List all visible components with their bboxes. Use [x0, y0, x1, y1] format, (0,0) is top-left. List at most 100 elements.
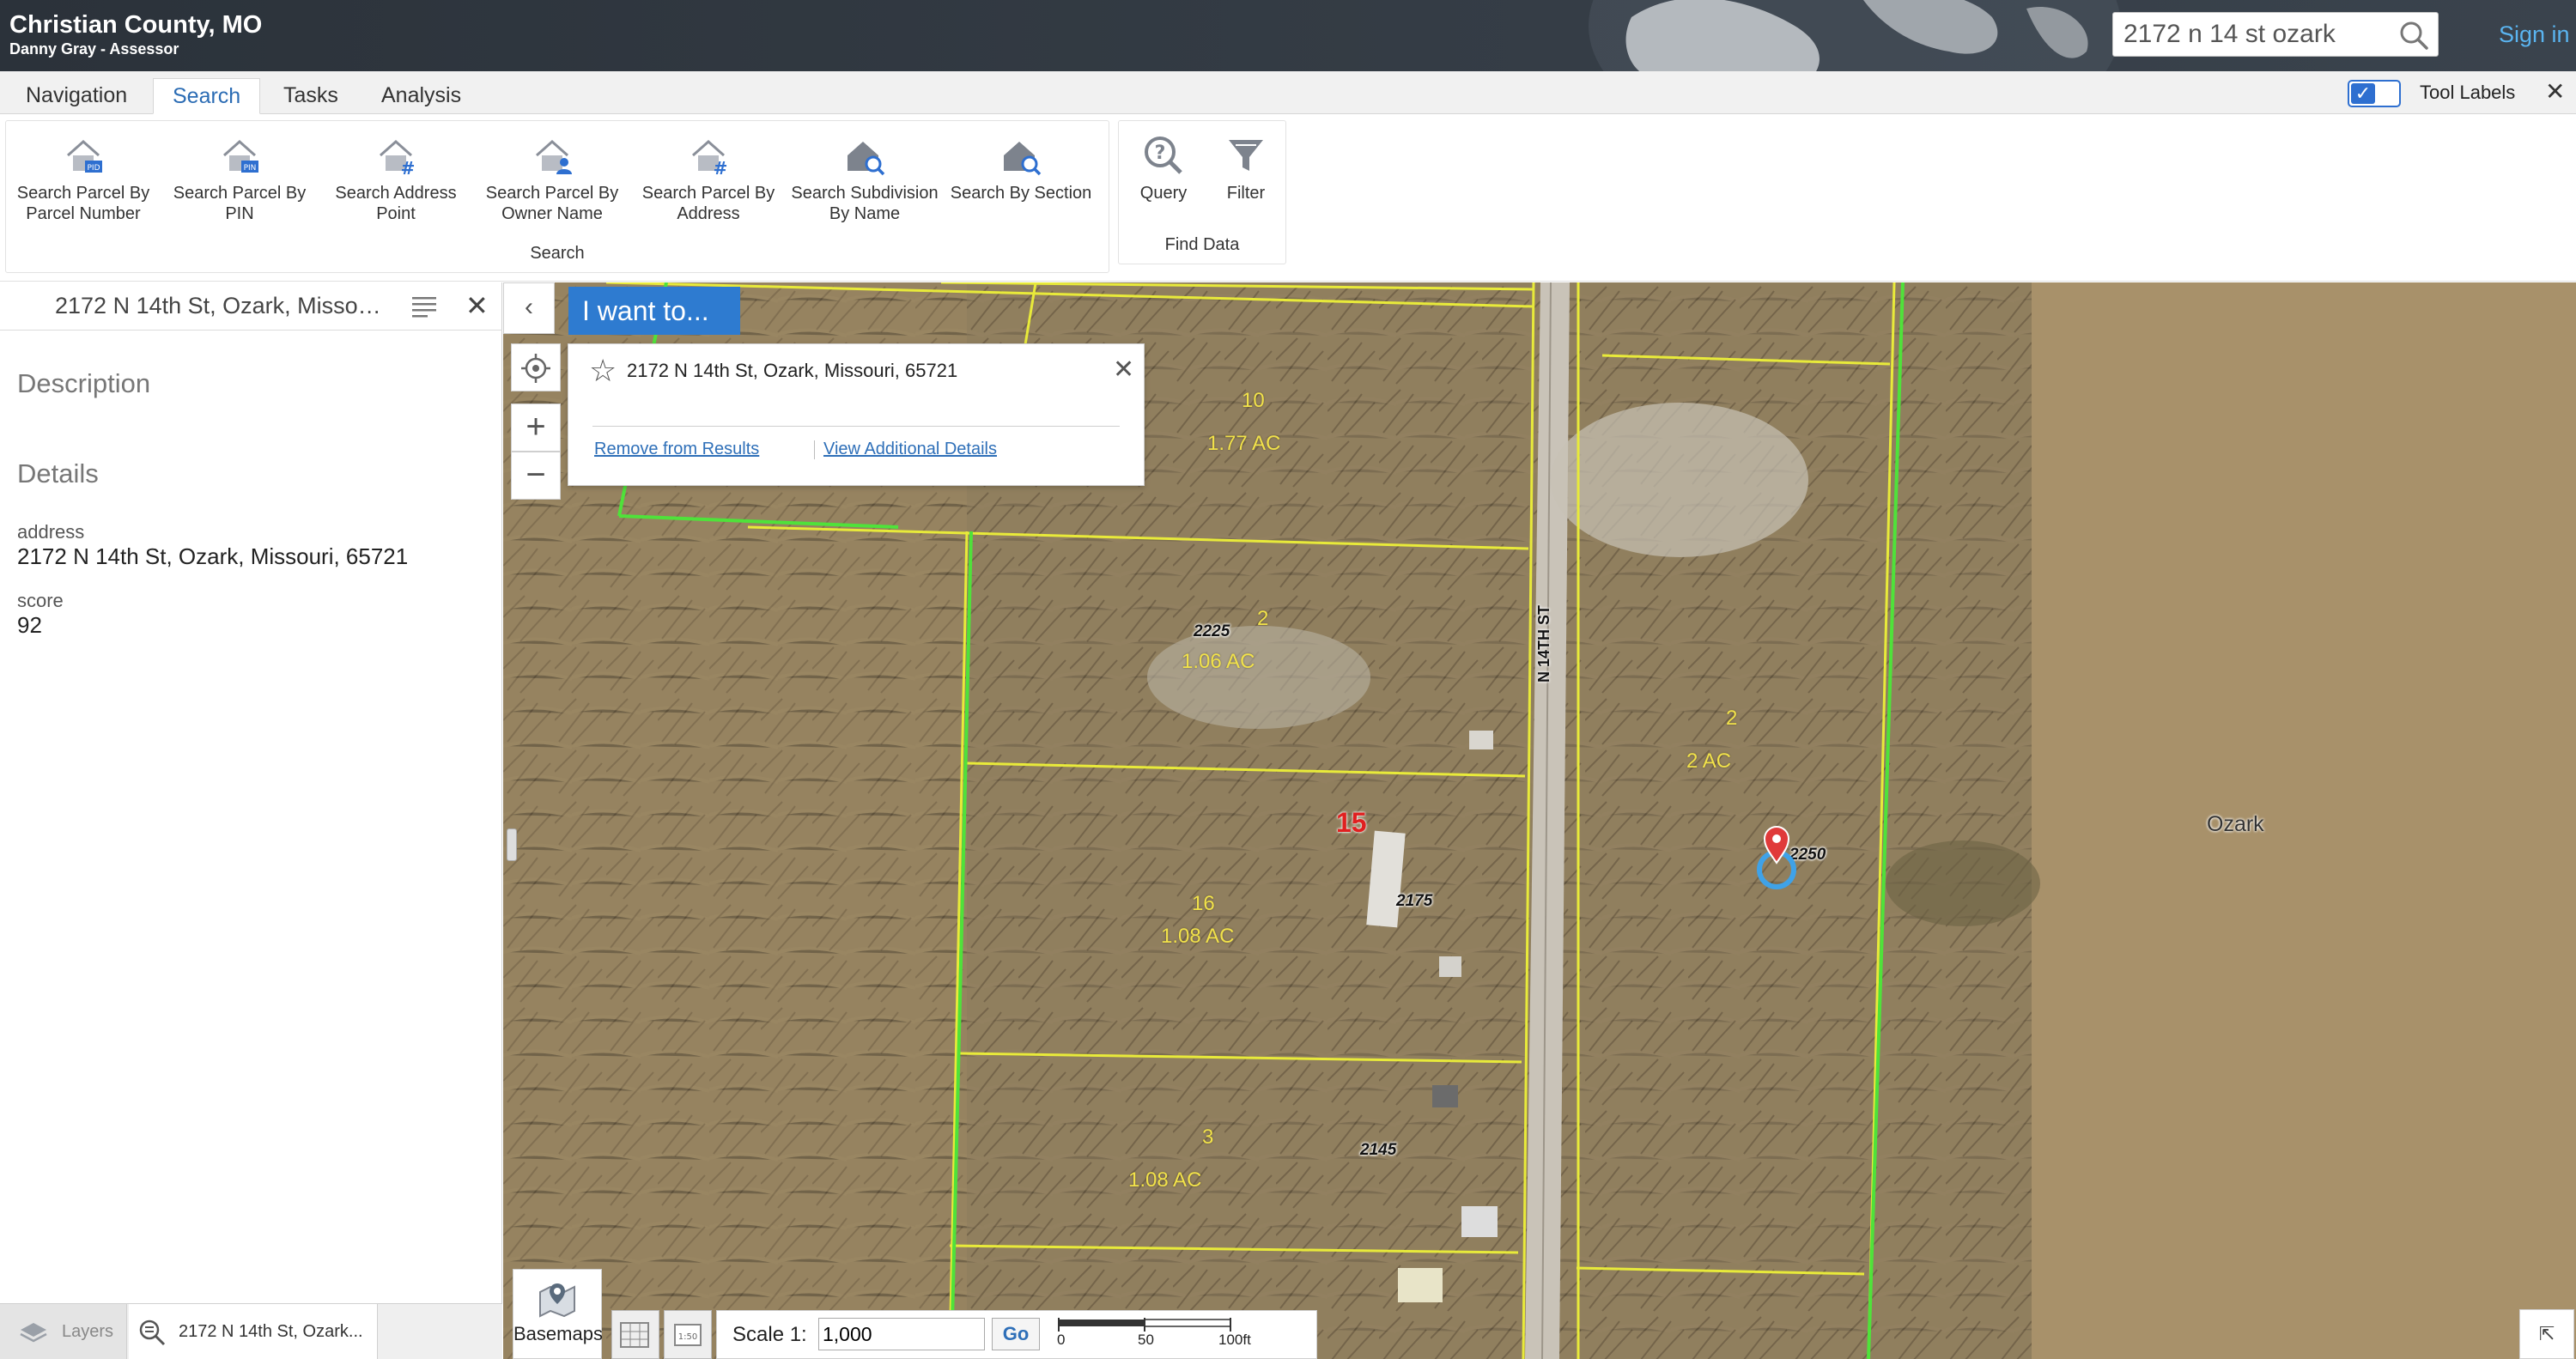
house-pin-icon: PIN [223, 139, 258, 173]
tool-labels-toggle[interactable]: ✓ [2348, 80, 2401, 107]
parcel-area-label: 1.08 AC [1161, 925, 1235, 948]
parcel-lot-label: 10 [1242, 389, 1265, 412]
search-section-button[interactable]: Search By Section [944, 133, 1098, 203]
results-tab[interactable]: 2172 N 14th St, Ozark... [129, 1304, 378, 1359]
search-parcel-pin-button[interactable]: PIN Search Parcel By PIN [162, 133, 317, 224]
parcel-lot-label: 2 [1257, 607, 1269, 630]
scale-icon: 1:50 [674, 1324, 702, 1346]
global-search-box [2112, 12, 2439, 57]
star-icon[interactable]: ☆ [589, 353, 617, 389]
close-popup-icon[interactable]: ✕ [1113, 355, 1134, 385]
globe-graphic [1589, 0, 2121, 71]
grid-ruler-icon [620, 1322, 649, 1348]
parcel-lot-label: 3 [1202, 1125, 1214, 1149]
search-subdivision-button[interactable]: Search Subdivision By Name [787, 133, 942, 224]
i-want-to-menu[interactable]: I want to... [568, 287, 740, 335]
house-hash-icon: # [380, 139, 415, 178]
layers-tab-label: Layers [62, 1322, 114, 1341]
search-owner-name-button[interactable]: Search Parcel By Owner Name [475, 133, 629, 224]
tool-label: Search Parcel By Parcel Number [16, 184, 150, 223]
panel-bottom-tabs: Layers 2172 N 14th St, Ozark... [0, 1303, 502, 1359]
field-value: 2172 N 14th St, Ozark, Missouri, 65721 [17, 543, 409, 569]
filter-button[interactable]: Filter [1206, 133, 1285, 203]
basemap-icon [539, 1283, 575, 1318]
tab-analysis[interactable]: Analysis [362, 78, 480, 114]
search-tool-group: PID Search Parcel By Parcel Number PIN S… [5, 120, 1109, 273]
scale-input[interactable] [818, 1318, 985, 1350]
tool-label: Search Parcel By PIN [173, 184, 307, 223]
app-header: Christian County, MO Danny Gray - Assess… [0, 0, 2576, 71]
tool-label: Filter [1226, 184, 1266, 203]
parcel-area-label: 1.06 AC [1182, 650, 1255, 673]
close-ribbon-icon[interactable]: ✕ [2545, 77, 2565, 106]
query-button[interactable]: ? Query [1124, 133, 1203, 203]
scale-label: Scale 1: [732, 1323, 807, 1346]
highlighted-lot-label: 15 [1336, 807, 1367, 838]
tool-label: Search Address Point [335, 184, 457, 223]
svg-text:PID: PID [87, 164, 100, 173]
tool-label: Query [1139, 184, 1188, 203]
app-subtitle: Danny Gray - Assessor [9, 40, 179, 58]
locate-me-button[interactable] [511, 343, 561, 391]
basemaps-button[interactable]: Basemaps [513, 1269, 603, 1359]
close-panel-icon[interactable]: ✕ [465, 289, 489, 322]
global-search-input[interactable] [2123, 18, 2381, 51]
field-key: address [17, 521, 85, 543]
expand-corner-icon[interactable]: ⇱ [2519, 1309, 2574, 1359]
search-address-point-button[interactable]: # Search Address Point [319, 133, 473, 224]
check-icon: ✓ [2351, 83, 2375, 104]
svg-text:#: # [714, 158, 728, 178]
scale-tool-button[interactable]: 1:50 [664, 1310, 712, 1359]
tool-labels-label: Tool Labels [2420, 82, 2516, 103]
address-label: 2225 [1194, 622, 1230, 640]
remove-from-results-link[interactable]: Remove from Results [594, 440, 759, 459]
parcel-area-label: 2 AC [1686, 749, 1732, 773]
scale-tick-label: 50 [1138, 1332, 1154, 1348]
house-magnifier-icon [848, 142, 885, 176]
tool-label: Search Subdivision By Name [791, 184, 939, 223]
tool-label: Search Parcel By Owner Name [485, 184, 619, 223]
measure-tool-button[interactable] [611, 1310, 659, 1359]
scale-control: Scale 1: Go 0 50 100ft [716, 1310, 1317, 1359]
details-heading: Details [17, 458, 99, 488]
view-details-link[interactable]: View Additional Details [823, 440, 997, 459]
sign-in-link[interactable]: Sign in [2499, 21, 2570, 48]
search-parcel-number-button[interactable]: PID Search Parcel By Parcel Number [6, 133, 161, 224]
location-marker-icon[interactable] [1753, 822, 1801, 890]
scale-tick-label: 0 [1057, 1332, 1066, 1348]
collapse-panel-button[interactable]: ‹ [503, 282, 555, 334]
search-parcel-address-button[interactable]: # Search Parcel By Address [631, 133, 786, 224]
tool-label: Search By Section [950, 184, 1092, 203]
results-panel: 2172 N 14th St, Ozark, Misso… ✕ Descript… [0, 282, 502, 1359]
tab-tasks[interactable]: Tasks [264, 78, 357, 114]
search-icon[interactable] [2398, 20, 2429, 51]
toolbar-ribbon: PID Search Parcel By Parcel Number PIN S… [0, 115, 2576, 282]
street-label: N 14TH ST [1535, 604, 1552, 683]
panel-header: 2172 N 14th St, Ozark, Misso… ✕ [0, 282, 502, 331]
tab-search[interactable]: Search [153, 78, 261, 114]
house-person-icon [536, 139, 572, 174]
svg-text:PIN: PIN [244, 164, 257, 173]
layers-tab[interactable]: Layers [0, 1304, 127, 1359]
house-magnifier-icon [1004, 142, 1042, 176]
tab-navigation[interactable]: Navigation [7, 78, 146, 114]
query-icon: ? [1145, 137, 1182, 174]
search-results-icon [139, 1320, 166, 1346]
panel-resize-handle[interactable] [507, 828, 517, 861]
scale-go-button[interactable]: Go [992, 1318, 1040, 1350]
feature-popup: ☆ 2172 N 14th St, Ozark, Missouri, 65721… [568, 343, 1145, 486]
zoom-out-button[interactable]: − [511, 452, 561, 500]
layers-icon [20, 1323, 47, 1343]
address-label: 2145 [1360, 1141, 1397, 1159]
group-label: Find Data [1164, 235, 1240, 254]
basemaps-label: Basemaps [513, 1323, 603, 1344]
tool-label: Search Parcel By Address [641, 184, 775, 223]
find-data-tool-group: ? Query Filter Find Data [1118, 120, 1286, 264]
address-label: 2175 [1396, 892, 1433, 910]
zoom-in-button[interactable]: + [511, 403, 561, 452]
list-menu-icon[interactable] [410, 294, 438, 319]
scale-bar [1058, 1318, 1231, 1332]
popup-title: 2172 N 14th St, Ozark, Missouri, 65721 [627, 360, 958, 381]
parcel-area-label: 1.77 AC [1207, 432, 1281, 455]
parcel-lot-label: 2 [1726, 707, 1738, 730]
